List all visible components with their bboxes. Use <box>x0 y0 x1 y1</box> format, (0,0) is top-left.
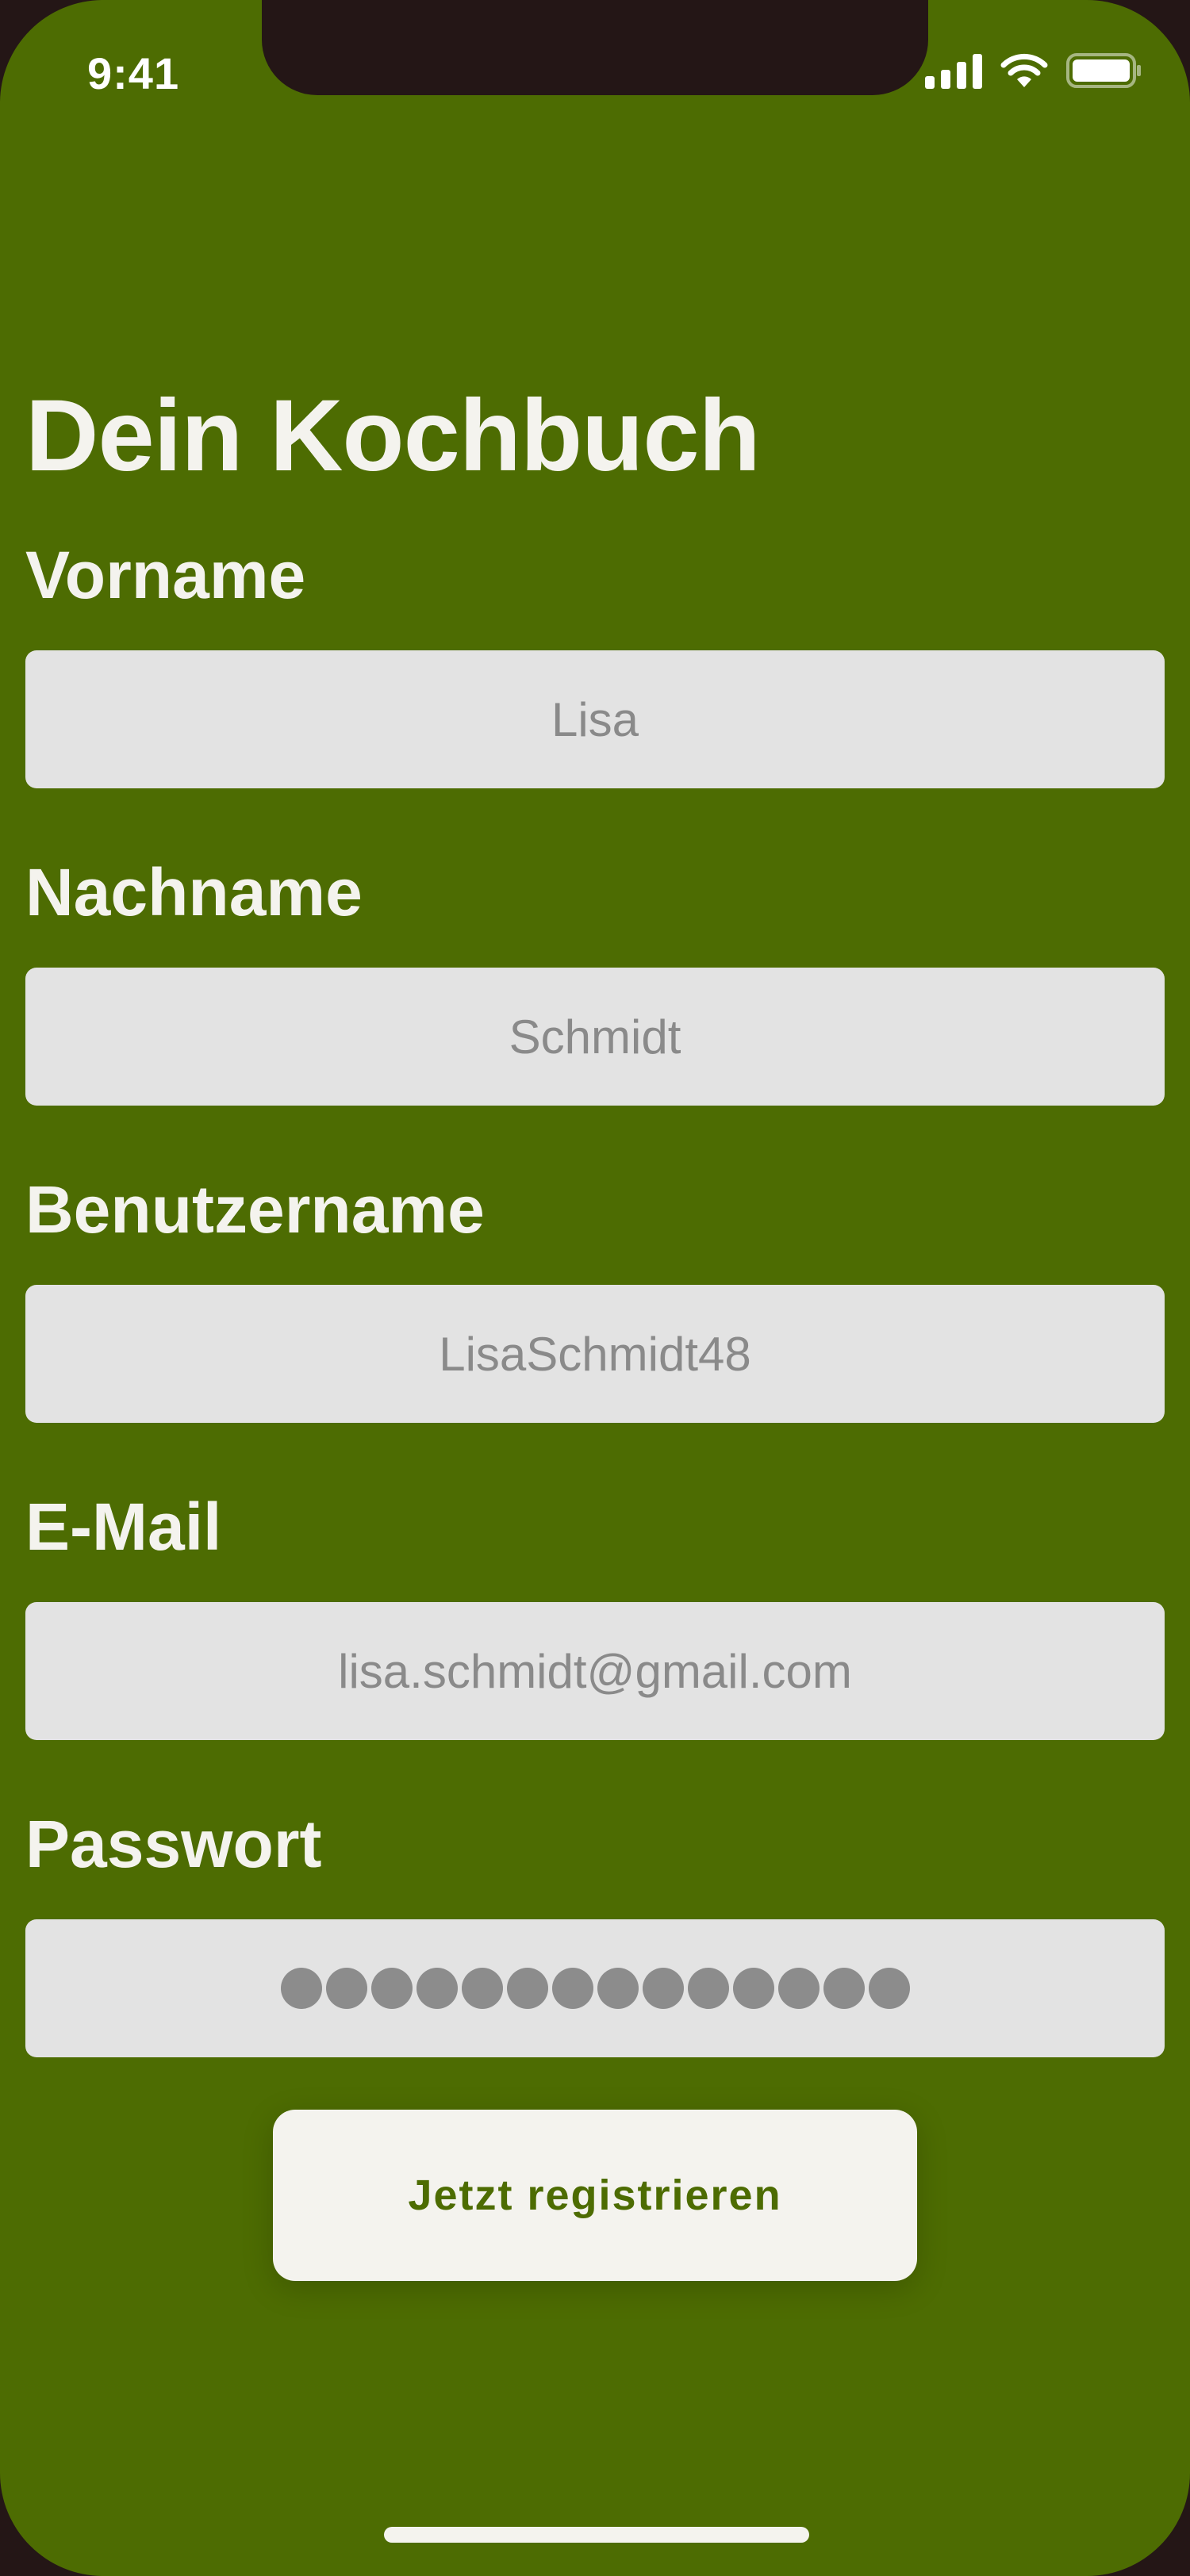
password-dot <box>777 1968 820 2009</box>
password-dot <box>823 1968 865 2009</box>
username-field[interactable]: LisaSchmidt48 <box>25 1285 1165 1423</box>
password-dot <box>642 1968 684 2009</box>
battery-icon <box>1066 53 1141 88</box>
password-dot <box>461 1968 503 2009</box>
first-name-label: Vorname <box>25 538 306 612</box>
password-dot <box>868 1968 910 2009</box>
phone-screen: 9:41 Dein Kochbuch Vorname Lisa Nachname… <box>0 0 1190 2576</box>
password-dot <box>370 1968 413 2009</box>
status-icons <box>925 52 1142 89</box>
email-label: E-Mail <box>25 1489 222 1564</box>
email-field[interactable]: lisa.schmidt@gmail.com <box>25 1602 1165 1740</box>
register-button[interactable]: Jetzt registrieren <box>273 2110 917 2281</box>
password-dot <box>280 1968 322 2009</box>
password-dot <box>506 1968 548 2009</box>
wifi-icon <box>1000 53 1048 87</box>
password-dot <box>732 1968 774 2009</box>
password-dot <box>687 1968 729 2009</box>
password-field[interactable] <box>25 1919 1165 2057</box>
password-dot <box>551 1968 593 2009</box>
password-dot <box>325 1968 367 2009</box>
username-label: Benutzername <box>25 1172 485 1247</box>
password-dot <box>416 1968 458 2009</box>
app-title: Dein Kochbuch <box>25 379 761 493</box>
password-dot <box>597 1968 639 2009</box>
device-notch <box>262 0 928 95</box>
last-name-field[interactable]: Schmidt <box>25 968 1165 1106</box>
last-name-label: Nachname <box>25 855 363 930</box>
status-time: 9:41 <box>87 48 180 98</box>
password-mask <box>280 1968 910 2009</box>
home-indicator[interactable] <box>384 2527 809 2543</box>
signal-icon <box>925 54 982 89</box>
first-name-field[interactable]: Lisa <box>25 650 1165 788</box>
password-label: Passwort <box>25 1807 322 1881</box>
